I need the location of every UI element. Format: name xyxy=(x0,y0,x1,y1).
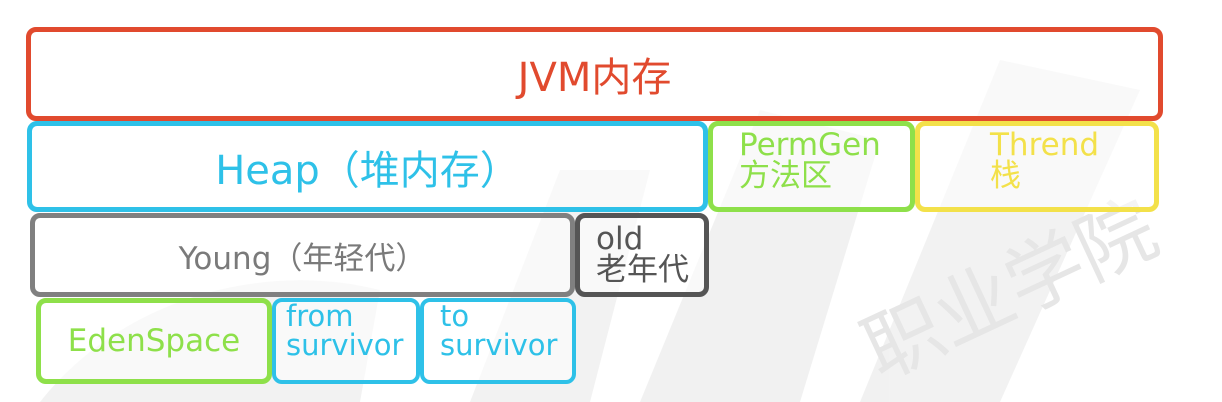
thread-label: Thrend xyxy=(990,127,1100,163)
old-generation-label: old xyxy=(596,221,644,257)
eden-space-label: EdenSpace xyxy=(67,323,241,359)
jvm-memory-label: JVM内存 xyxy=(517,55,672,101)
permgen-box: PermGen 方法区 xyxy=(708,121,915,212)
from-survivor-box: from survivor xyxy=(272,298,420,384)
to-survivor-box: to survivor xyxy=(420,298,576,384)
to-survivor-label: to xyxy=(440,299,470,333)
thread-sublabel: 栈 xyxy=(990,158,1021,194)
permgen-label: PermGen xyxy=(739,127,881,163)
old-generation-sublabel: 老年代 xyxy=(596,252,689,288)
jvm-memory-diagram: 职业学院 JVM内存 Heap（堆内存） PermGen 方法区 Thrend … xyxy=(0,0,1222,402)
heap-label: Heap（堆内存） xyxy=(215,147,520,194)
from-survivor-sublabel: survivor xyxy=(286,328,404,362)
thread-stack-box: Thrend 栈 xyxy=(915,121,1159,212)
watermark-text: 职业学院 xyxy=(850,184,1171,397)
jvm-memory-box: JVM内存 xyxy=(26,27,1163,121)
heap-box: Heap（堆内存） xyxy=(27,121,708,212)
young-generation-box: Young（年轻代） xyxy=(30,213,575,297)
old-generation-box: old 老年代 xyxy=(575,213,709,297)
to-survivor-sublabel: survivor xyxy=(440,328,558,362)
young-generation-label: Young（年轻代） xyxy=(178,240,427,277)
from-survivor-label: from xyxy=(286,299,354,333)
permgen-sublabel: 方法区 xyxy=(739,158,832,194)
eden-space-box: EdenSpace xyxy=(36,298,272,384)
